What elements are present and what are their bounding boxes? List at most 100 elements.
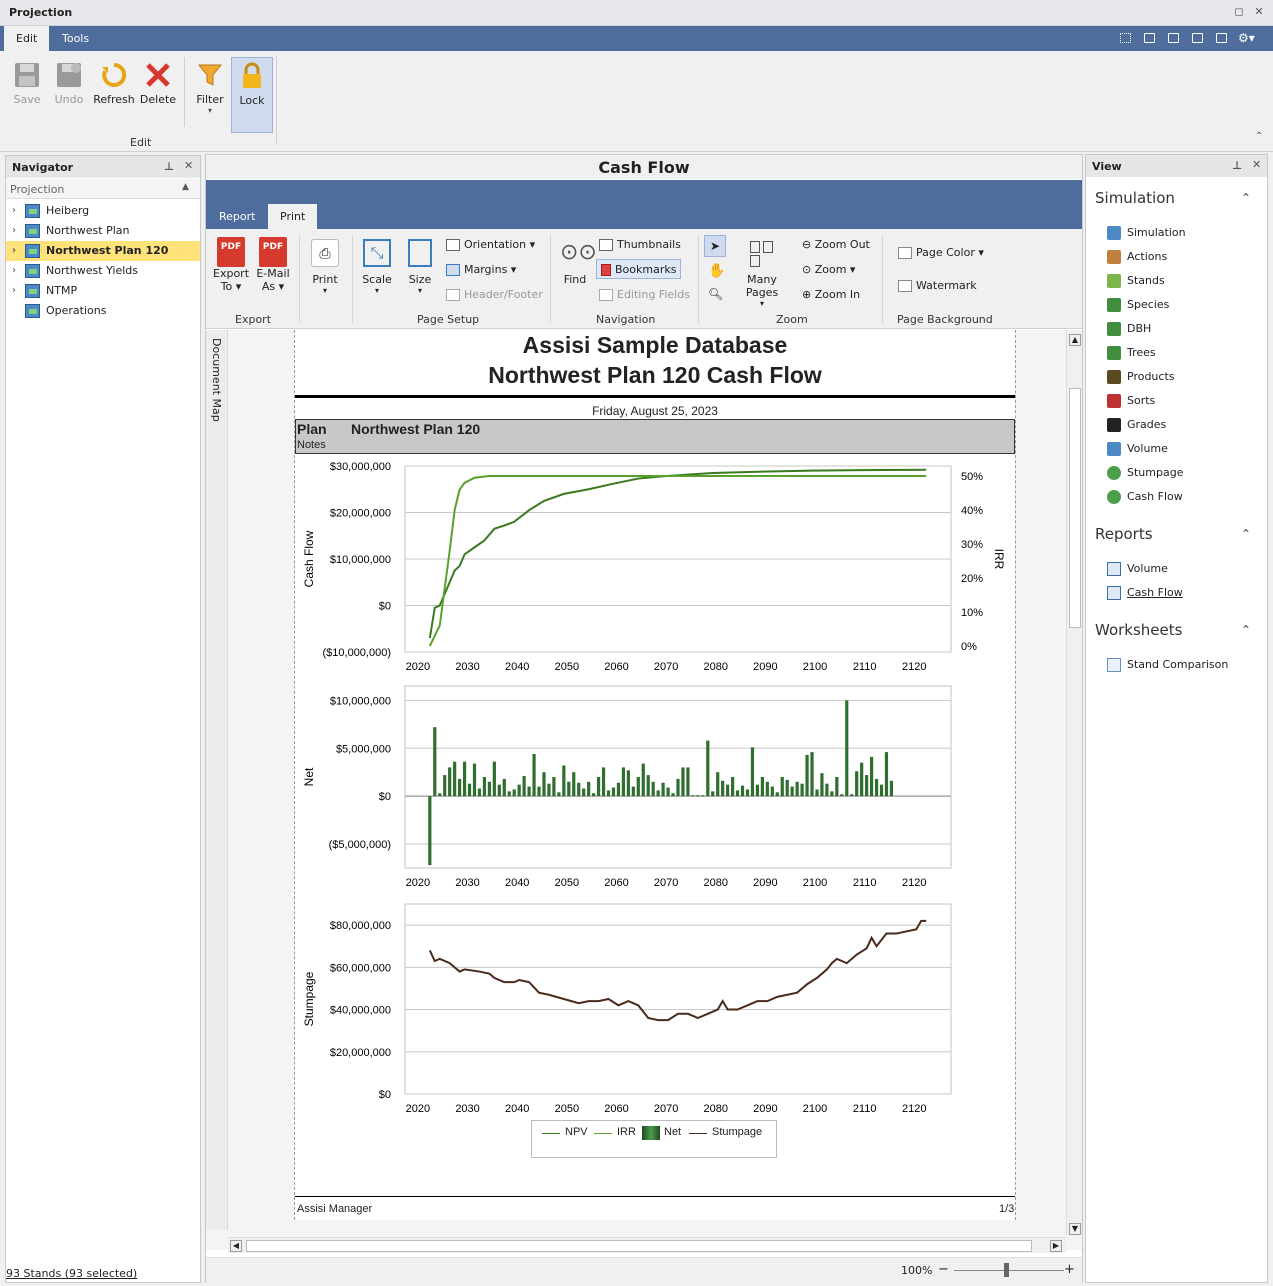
view-item-cash-flow[interactable]: Cash Flow [1107, 488, 1183, 506]
bookmarks-button[interactable]: Bookmarks [596, 259, 682, 279]
zoom-minus-icon[interactable]: − [938, 1262, 949, 1277]
nav-item-northwest-yields[interactable]: › Northwest Yields [6, 261, 200, 281]
editing-fields-button[interactable]: Editing Fields [599, 285, 690, 305]
layout-icon-2[interactable] [1144, 33, 1155, 43]
nav-item-heiberg[interactable]: › Heiberg [6, 201, 200, 221]
tab-edit[interactable]: Edit [4, 26, 50, 51]
filter-button[interactable]: Filter ▾ [189, 57, 231, 117]
tab-tools[interactable]: Tools [50, 26, 101, 51]
thumbnails-button[interactable]: Thumbnails [599, 235, 681, 255]
view-item-products[interactable]: Products [1107, 368, 1175, 386]
view-item-sorts[interactable]: Sorts [1107, 392, 1155, 410]
view-item-species[interactable]: Species [1107, 296, 1169, 314]
size-button[interactable]: Size ▾ [404, 239, 436, 295]
layout-icon-3[interactable] [1168, 33, 1179, 43]
zoom-level: 100% [901, 1264, 933, 1277]
x-tick-label: 2120 [902, 877, 926, 889]
view-item-simulation[interactable]: Simulation [1107, 224, 1186, 242]
horizontal-scrollbar[interactable]: ◀ ▶ [228, 1237, 1066, 1253]
expand-icon[interactable]: › [12, 261, 16, 281]
scroll-down-icon[interactable]: ▼ [1069, 1223, 1081, 1235]
tab-print[interactable]: Print [268, 204, 318, 229]
x-tick-label: 2020 [406, 661, 430, 673]
lock-button[interactable]: Lock [231, 57, 273, 133]
thumbnails-label: Thumbnails [617, 238, 681, 251]
collapse-chevron-icon[interactable]: ⌃ [1241, 191, 1251, 205]
report-icon [1107, 562, 1121, 576]
expand-icon[interactable]: › [12, 241, 16, 261]
document-panel: Cash Flow Report Print PDF Export To ▾ P… [205, 154, 1083, 1283]
hand-tool-icon[interactable]: ✋ [708, 263, 725, 279]
export-to-button[interactable]: PDF Export To ▾ [213, 237, 249, 293]
view-item-stand-comparison[interactable]: Stand Comparison [1107, 656, 1228, 674]
tab-report[interactable]: Report [210, 204, 264, 229]
close-icon[interactable]: ✕ [1253, 6, 1265, 18]
margins-button[interactable]: Margins ▾ [446, 260, 516, 280]
settings-icon[interactable]: ⚙▾ [1238, 31, 1255, 45]
scroll-up-icon[interactable]: ▲ [1069, 334, 1081, 346]
zoom-in-button[interactable]: ⊕ Zoom In [802, 285, 860, 305]
undo-button[interactable]: Undo [48, 57, 90, 117]
zoom-plus-icon[interactable]: + [1064, 1262, 1075, 1277]
pointer-tool-icon[interactable]: ➤ [704, 235, 726, 257]
navigator-panel: Navigator ⊥ ✕ Projection ▲ › Heiberg › Nor… [5, 155, 201, 1283]
expand-icon[interactable]: › [12, 201, 16, 221]
close-icon[interactable]: ✕ [1252, 158, 1261, 171]
nav-item-operations[interactable]: Operations [6, 301, 200, 321]
orientation-button[interactable]: Orientation ▾ [446, 235, 535, 255]
vertical-scrollbar[interactable]: ▲ ▼ [1066, 330, 1082, 1235]
net-bar [522, 776, 526, 797]
status-text[interactable]: 93 Stands (93 selected) [6, 1267, 137, 1280]
maximize-icon[interactable]: ◻ [1233, 6, 1245, 18]
delete-button[interactable]: Delete [137, 57, 179, 117]
layout-icon-1[interactable] [1120, 33, 1131, 43]
zoom-out-button[interactable]: ⊖ Zoom Out [802, 235, 870, 255]
view-item-reports-volume[interactable]: Volume [1107, 560, 1168, 578]
view-item-grades[interactable]: Grades [1107, 416, 1166, 434]
close-icon[interactable]: ✕ [184, 159, 193, 172]
header-footer-button[interactable]: Header/Footer [446, 285, 543, 305]
nav-item-northwest-plan[interactable]: › Northwest Plan [6, 221, 200, 241]
horizontal-scroll-thumb[interactable] [246, 1240, 1032, 1252]
refresh-button[interactable]: Refresh [93, 57, 135, 117]
view-item-actions[interactable]: Actions [1107, 248, 1167, 266]
zoom-slider-thumb[interactable] [1004, 1263, 1009, 1277]
view-item-volume[interactable]: Volume [1107, 440, 1168, 458]
print-button[interactable]: ⎙ Print ▾ [309, 239, 341, 295]
x-tick-label: 2070 [654, 1103, 678, 1115]
zoom-slider-track[interactable] [954, 1270, 1064, 1271]
watermark-button[interactable]: Watermark [898, 276, 977, 296]
magnifier-tool-icon[interactable]: 🔍︎ [708, 287, 723, 301]
collapse-chevron-icon[interactable]: ⌃ [1241, 527, 1251, 541]
view-item-dbh[interactable]: DBH [1107, 320, 1151, 338]
sort-up-icon[interactable]: ▲ [182, 182, 189, 192]
view-item-stumpage[interactable]: Stumpage [1107, 464, 1183, 482]
document-map-tab[interactable]: Document Map [210, 338, 223, 422]
nav-item-ntmp[interactable]: › NTMP [6, 281, 200, 301]
scroll-right-icon[interactable]: ▶ [1050, 1240, 1062, 1252]
net-bar [636, 777, 640, 797]
many-pages-button[interactable]: Many Pages ▾ [731, 239, 793, 308]
view-item-trees[interactable]: Trees [1107, 344, 1156, 362]
view-item-stands[interactable]: Stands [1107, 272, 1165, 290]
layout-icon-4[interactable] [1192, 33, 1203, 43]
expand-icon[interactable]: › [12, 281, 16, 301]
pin-icon[interactable]: ⊥ [1232, 159, 1242, 172]
filter-icon [196, 61, 224, 89]
view-item-reports-cash-flow[interactable]: Cash Flow [1107, 584, 1183, 602]
email-as-button[interactable]: PDF E-Mail As ▾ [255, 237, 291, 293]
collapse-chevron-icon[interactable]: ⌃ [1241, 623, 1251, 637]
find-button[interactable]: ⊙⊙ Find [557, 239, 597, 286]
save-button[interactable]: Save [6, 57, 48, 117]
collapse-ribbon-icon[interactable]: ⌃ [1255, 131, 1263, 142]
pin-icon[interactable]: ⊥ [164, 160, 174, 173]
scale-button[interactable]: ⤡ Scale ▾ [361, 239, 393, 295]
scroll-left-icon[interactable]: ◀ [230, 1240, 242, 1252]
scroll-thumb[interactable] [1069, 388, 1081, 628]
net-bar [651, 781, 655, 797]
page-color-button[interactable]: Page Color ▾ [898, 243, 984, 263]
zoom-dropdown-button[interactable]: ⊙ Zoom ▾ [802, 260, 855, 280]
popout-icon[interactable] [1216, 33, 1227, 43]
nav-item-northwest-plan-120[interactable]: › Northwest Plan 120 [6, 241, 200, 261]
expand-icon[interactable]: › [12, 221, 16, 241]
